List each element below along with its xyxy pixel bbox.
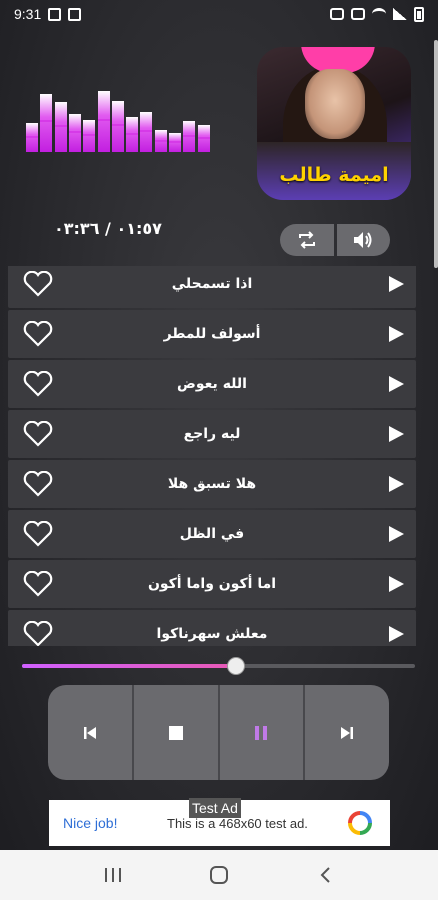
seek-bar[interactable] [22,657,415,675]
track-title: أسولف للمطر [163,326,261,342]
track-title: هلا تسبق هلا [167,476,257,492]
heart-outline-icon[interactable] [22,421,54,447]
ad-label: Test Ad [189,798,241,818]
visualizer-bar [197,125,210,152]
player-controls [48,685,389,780]
recents-icon [105,868,121,882]
pause-button[interactable] [220,685,306,780]
recents-button[interactable] [93,855,133,895]
visualizer-bar [54,102,67,152]
stop-icon [168,725,183,740]
seek-fill [22,664,237,668]
scrollbar[interactable] [434,40,438,268]
visualizer-bar [126,116,139,152]
wifi-icon [372,8,386,20]
heart-outline-icon[interactable] [22,371,54,397]
track-item[interactable]: اما أكون واما أكون [8,560,416,608]
next-button[interactable] [305,685,389,780]
play-icon[interactable] [389,326,404,342]
album-art: اميمة طالب [257,47,411,200]
status-bar: 9:31 [0,0,438,28]
heart-outline-icon[interactable] [22,271,54,297]
track-title: اذا تسمحلي [171,276,253,292]
ad-choices-icon[interactable] [342,805,378,841]
track-title: اما أكون واما أكون [147,576,277,592]
home-button[interactable] [199,855,239,895]
home-icon [210,866,228,884]
volume-icon [354,232,372,248]
nfc-icon [330,8,344,20]
heart-outline-icon[interactable] [22,471,54,497]
visualizer-bar [26,123,38,152]
track-item[interactable]: ليه راجع [8,410,416,458]
track-title: الله يعوض [177,376,247,392]
play-icon[interactable] [389,426,404,442]
album-title: اميمة طالب [279,164,389,186]
play-icon[interactable] [389,626,404,642]
mini-controls [280,224,390,256]
repeat-button[interactable] [280,224,334,256]
navigation-bar [0,850,438,900]
heart-outline-icon[interactable] [22,621,54,646]
visualizer-bar [97,91,110,152]
status-time: 9:31 [14,6,42,22]
skip-next-icon [341,726,354,739]
back-button[interactable] [305,855,345,895]
play-icon[interactable] [389,526,404,542]
pause-icon [255,725,268,740]
visualizer-bar [111,100,124,152]
visualizer-bar [183,121,196,152]
visualizer-bar [154,129,167,152]
volume-button[interactable] [336,224,390,256]
audio-visualizer [26,88,212,152]
heart-outline-icon[interactable] [22,321,54,347]
gallery-notification-icon [68,7,82,21]
seek-knob[interactable] [227,657,246,675]
back-icon [320,867,330,883]
track-title: معلش سهرناكوا [156,626,268,642]
skip-previous-icon [83,726,96,739]
track-item[interactable]: معلش سهرناكوا [8,610,416,646]
visualizer-bar [68,113,81,152]
mute-icon [351,8,365,20]
image-notification-icon [48,7,62,21]
previous-button[interactable] [48,685,134,780]
visualizer-bar [169,132,182,152]
stop-button[interactable] [134,685,220,780]
repeat-icon [298,231,315,249]
battery-icon [414,6,424,22]
track-item[interactable]: في الظل [8,510,416,558]
visualizer-bar [140,112,153,152]
play-icon[interactable] [389,376,404,392]
time-display: ٠١:٥٧ / ٠٣:٣٦ [54,219,162,238]
play-icon[interactable] [389,476,404,492]
track-title: في الظل [179,526,245,542]
play-icon[interactable] [389,576,404,592]
signal-icon [393,8,407,20]
track-item[interactable]: أسولف للمطر [8,310,416,358]
visualizer-bar [83,120,96,152]
visualizer-bar [40,94,53,152]
play-icon[interactable] [389,276,404,292]
heart-outline-icon[interactable] [22,571,54,597]
heart-outline-icon[interactable] [22,521,54,547]
track-title: ليه راجع [183,426,241,442]
track-list: اذا تسمحلي أسولف للمطر الله يعوض ليه راج… [8,266,416,646]
ad-left-text: Nice job! [63,815,118,831]
track-item[interactable]: اذا تسمحلي [8,266,416,308]
track-item[interactable]: الله يعوض [8,360,416,408]
track-item[interactable]: هلا تسبق هلا [8,460,416,508]
